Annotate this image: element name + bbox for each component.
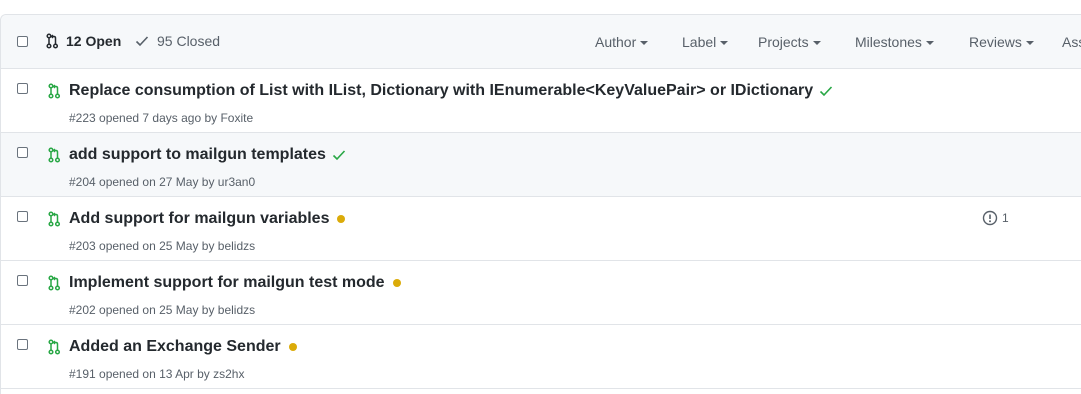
row-checkbox[interactable] xyxy=(17,211,28,222)
milestones-filter-dropdown[interactable]: Milestones xyxy=(855,34,934,50)
projects-filter-label: Projects xyxy=(758,34,809,50)
assignee-filter-label: Ass xyxy=(1062,34,1081,50)
pull-request-icon xyxy=(48,83,61,99)
pull-request-list: 12 Open 95 Closed Author Label Projects … xyxy=(0,14,1081,394)
author-filter-dropdown[interactable]: Author xyxy=(595,34,649,50)
row-checkbox[interactable] xyxy=(17,147,28,158)
pull-request-icon xyxy=(48,339,61,355)
assignee-filter-dropdown[interactable]: Ass xyxy=(1062,34,1081,50)
caret-down-icon xyxy=(812,41,821,45)
pull-request-icon xyxy=(48,211,61,227)
pull-request-title-link[interactable]: add support to mailgun templates xyxy=(69,146,326,164)
list-header: 12 Open 95 Closed Author Label Projects … xyxy=(1,15,1081,69)
list-item: add support to mailgun templates #204 op… xyxy=(1,133,1081,197)
closed-count-label: 95 Closed xyxy=(157,33,221,49)
pull-request-icon xyxy=(48,275,61,291)
closed-filter-link[interactable]: 95 Closed xyxy=(135,33,220,49)
row-checkbox[interactable] xyxy=(17,275,28,286)
pull-request-meta: #191 opened on 13 Apr by zs2hx xyxy=(69,367,245,381)
pull-request-icon xyxy=(48,147,61,163)
open-filter-link[interactable]: 12 Open xyxy=(46,33,121,49)
row-checkbox[interactable] xyxy=(17,83,28,94)
linked-issues-link[interactable]: 1 xyxy=(982,210,1009,226)
projects-filter-dropdown[interactable]: Projects xyxy=(758,34,821,50)
pending-status-dot-icon[interactable] xyxy=(337,215,346,223)
pull-request-meta: #202 opened on 25 May by belidzs xyxy=(69,303,256,317)
linked-issues-count: 1 xyxy=(1002,211,1009,225)
pull-request-meta: #204 opened on 27 May by ur3an0 xyxy=(69,175,256,189)
row-checkbox[interactable] xyxy=(17,339,28,350)
list-item: Add support for mailgun variables #203 o… xyxy=(1,197,1081,261)
pull-request-title-link[interactable]: Added an Exchange Sender xyxy=(69,338,281,356)
label-filter-label: Label xyxy=(682,34,717,50)
author-filter-label: Author xyxy=(595,34,637,50)
pull-request-title-link[interactable]: Implement support for mailgun test mode xyxy=(69,274,385,292)
issue-opened-icon xyxy=(982,210,998,226)
list-item: Implement support for mailgun test mode … xyxy=(1,261,1081,325)
label-filter-dropdown[interactable]: Label xyxy=(682,34,729,50)
open-count-label: 12 Open xyxy=(66,33,122,49)
reviews-filter-label: Reviews xyxy=(969,34,1022,50)
check-icon xyxy=(135,36,149,47)
pending-status-dot-icon[interactable] xyxy=(392,279,401,287)
caret-down-icon xyxy=(1025,41,1034,45)
caret-down-icon xyxy=(720,41,729,45)
pull-request-meta: #223 opened 7 days ago by Foxite xyxy=(69,111,254,125)
pull-request-icon xyxy=(46,33,58,49)
select-all-checkbox[interactable] xyxy=(17,36,28,47)
pull-request-title-link[interactable]: Add support for mailgun variables xyxy=(69,210,329,228)
success-check-icon[interactable] xyxy=(819,85,833,97)
reviews-filter-dropdown[interactable]: Reviews xyxy=(969,34,1034,50)
pending-status-dot-icon[interactable] xyxy=(288,343,297,351)
success-check-icon[interactable] xyxy=(332,149,346,161)
pull-request-title-link[interactable]: Replace consumption of List with IList, … xyxy=(69,82,813,100)
list-item: Replace consumption of List with IList, … xyxy=(1,69,1081,133)
caret-down-icon xyxy=(925,41,934,45)
milestones-filter-label: Milestones xyxy=(855,34,922,50)
list-item: Added an Exchange Sender #191 opened on … xyxy=(1,325,1081,389)
caret-down-icon xyxy=(640,41,649,45)
pull-request-meta: #203 opened on 25 May by belidzs xyxy=(69,239,256,253)
